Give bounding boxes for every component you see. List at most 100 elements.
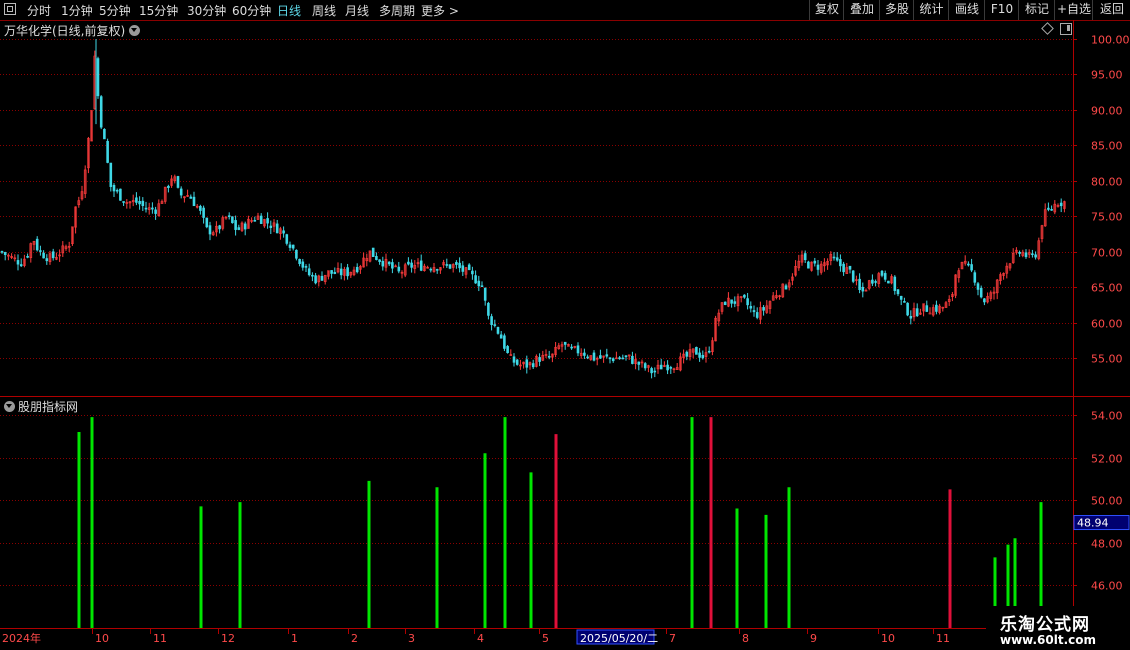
candle-body [205, 217, 209, 228]
x-tick-label: 10 [881, 632, 895, 645]
candle-body [371, 247, 375, 257]
indicator-bar [435, 487, 439, 628]
candle-body [381, 260, 385, 267]
candle-body [483, 287, 487, 301]
candle-body [218, 225, 221, 230]
candle-body [755, 312, 759, 318]
candle-body [311, 274, 314, 277]
candle-body [723, 301, 727, 306]
candle-body [339, 268, 343, 276]
candle-body [96, 58, 100, 97]
x-tick-label: 2024年 [2, 631, 41, 645]
candle-body [871, 279, 874, 284]
candle-body [19, 264, 23, 267]
x-tick-label: 10 [95, 632, 109, 645]
candle-body [346, 267, 349, 277]
ind-y-tick-label: 50.00 [1091, 495, 1123, 508]
candle-body [896, 289, 900, 295]
candle-body [659, 364, 663, 370]
candle-body [115, 189, 119, 192]
indicator-bar [77, 432, 81, 628]
candle-body [112, 185, 116, 192]
candle-body [592, 352, 596, 361]
candle-body [141, 200, 145, 207]
ind-y-tick-label: 54.00 [1091, 410, 1123, 423]
main-y-tick-label: 85.00 [1091, 140, 1123, 153]
candle-body [1034, 254, 1037, 258]
candle-body [410, 262, 413, 268]
candle-body [138, 201, 141, 205]
candle-body [490, 316, 493, 325]
x-tick-label: 7 [669, 632, 676, 645]
candle-body [122, 201, 125, 203]
indicator-bar [503, 417, 507, 628]
candle-body [496, 327, 500, 334]
candle-body [1018, 252, 1021, 254]
candle-body [608, 357, 612, 360]
indicator-bar [764, 514, 768, 628]
candle-body [701, 354, 705, 359]
candle-body [970, 264, 973, 271]
candle-body [471, 270, 474, 275]
candle-body [1024, 252, 1028, 258]
indicator-bar [529, 472, 533, 628]
candle-body [835, 257, 839, 261]
candle-body [707, 350, 711, 353]
candle-body [269, 225, 273, 228]
candle-body [330, 270, 333, 274]
candle-body [106, 140, 109, 163]
candle-body [199, 205, 202, 211]
candle-body [784, 285, 788, 290]
candle-body [1047, 207, 1050, 210]
indicator-bar [199, 506, 203, 628]
indicator-bar [90, 417, 94, 628]
candle-body [208, 225, 212, 235]
x-tick-label: 3 [408, 632, 415, 645]
candle-body [935, 304, 938, 312]
candle-body [391, 262, 394, 269]
candle-body [275, 223, 279, 234]
candle-body [743, 294, 746, 298]
candle-body [378, 259, 381, 262]
candle-body [883, 273, 887, 280]
candle-body [813, 260, 817, 264]
candle-body [51, 251, 55, 259]
chart-canvas[interactable]: 55.00 60.00 65.00 70.00 75.00 80.00 85.00 90.00… [0, 0, 1130, 650]
candle-body [144, 207, 148, 210]
candle-body [295, 249, 298, 259]
main-y-tick-label: 70.00 [1091, 247, 1123, 260]
candle-body [631, 355, 634, 364]
candle-body [301, 261, 305, 268]
x-tick-label: 9 [810, 632, 817, 645]
candle-body [893, 276, 897, 291]
candle-body [474, 275, 477, 284]
candle-body [333, 272, 337, 274]
candle-body [967, 263, 970, 266]
x-tick-label: 5 [542, 632, 549, 645]
candle-body [1059, 202, 1063, 207]
candle-body [288, 244, 292, 248]
candle-body [1050, 209, 1053, 211]
candle-body [429, 268, 433, 271]
candle-body [685, 351, 689, 357]
candle-body [605, 354, 609, 357]
candle-body [979, 287, 983, 298]
candle-body [506, 346, 509, 354]
indicator-bar [709, 417, 713, 628]
candle-body [733, 301, 737, 304]
candle-body [397, 266, 401, 272]
candle-body [861, 286, 865, 292]
candle-body [493, 324, 497, 326]
candle-body [234, 220, 237, 230]
indicator-bar [238, 502, 242, 628]
indicator-bar [787, 487, 791, 628]
candle-body [624, 355, 628, 358]
candle-body [259, 215, 263, 224]
candle-body [314, 275, 317, 284]
candle-body [730, 299, 733, 304]
cursor-value-label: 48.94 [1077, 517, 1109, 530]
candle-body [448, 264, 452, 269]
candle-body [487, 302, 490, 316]
candle-body [903, 301, 906, 303]
candle-body [832, 256, 836, 259]
